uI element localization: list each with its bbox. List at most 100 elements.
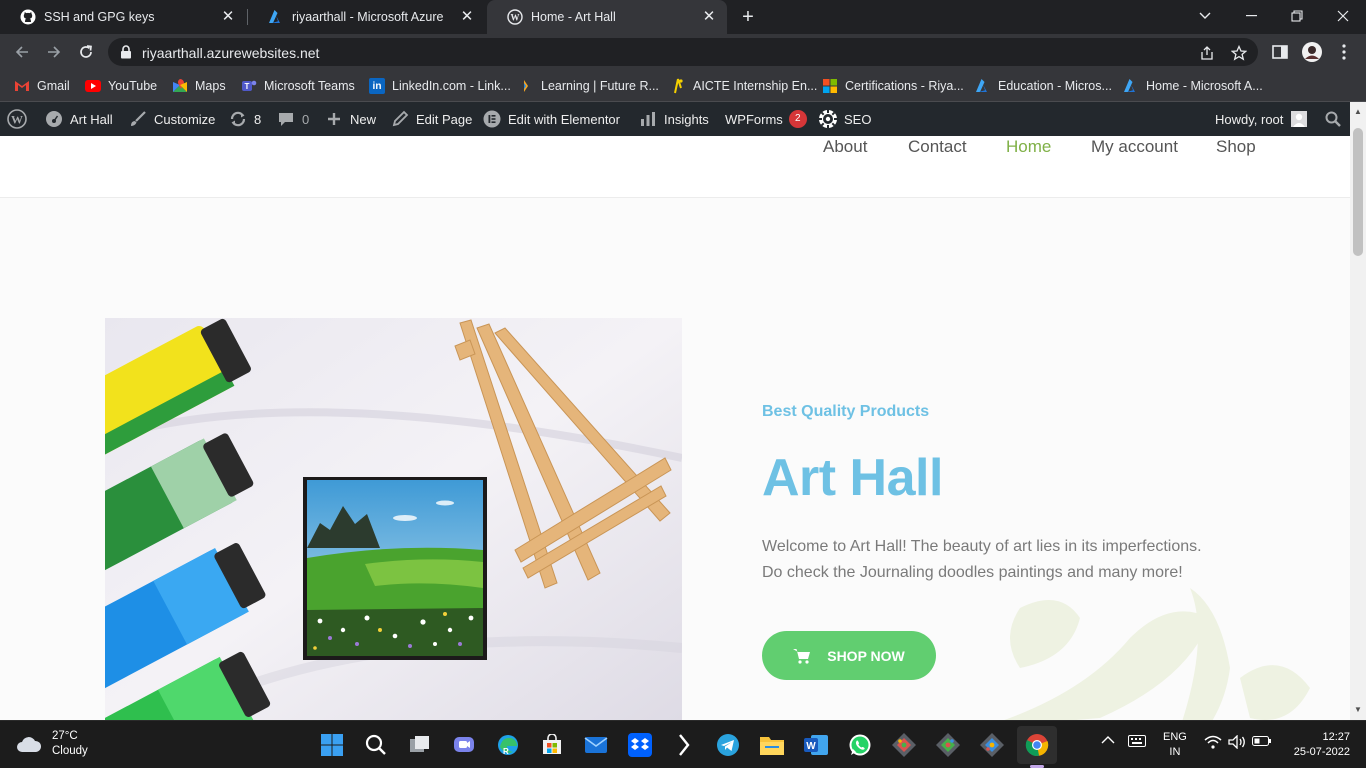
hero-description-line: Do check the Journaling doodles painting… xyxy=(762,564,1183,581)
admin-edit-elementor[interactable]: Edit with Elementor xyxy=(482,102,620,136)
bookmark-home-microsoft[interactable]: Home - Microsoft A... xyxy=(1123,76,1263,96)
bookmark-aicte[interactable]: AICTE Internship En... xyxy=(670,76,817,96)
aicte-icon xyxy=(670,78,686,94)
svg-text:R: R xyxy=(503,747,509,756)
nav-contact[interactable]: Contact xyxy=(908,137,967,157)
share-icon[interactable] xyxy=(1198,44,1216,62)
scrollbar-thumb[interactable] xyxy=(1353,128,1363,256)
nav-home[interactable]: Home xyxy=(1006,137,1051,157)
teams-chat-icon[interactable] xyxy=(451,732,477,758)
profile-avatar[interactable] xyxy=(1300,40,1324,64)
tab-azure[interactable]: riyaarthall - Microsoft Azure ✕ xyxy=(248,0,485,34)
admin-comments[interactable]: 0 xyxy=(276,102,309,136)
elementor-icon xyxy=(482,109,502,129)
restore-icon[interactable] xyxy=(1274,0,1320,32)
nav-about[interactable]: About xyxy=(823,137,867,157)
address-bar[interactable]: riyaarthall.azurewebsites.net xyxy=(108,38,1258,66)
wifi-icon[interactable] xyxy=(1204,735,1222,752)
close-tab-icon[interactable]: ✕ xyxy=(220,9,236,25)
admin-updates[interactable]: 8 xyxy=(228,102,261,136)
bookmark-linkedin[interactable]: in LinkedIn.com - Link... xyxy=(369,76,511,96)
weather-widget[interactable]: 27°C Cloudy xyxy=(16,729,88,759)
task-view-icon[interactable] xyxy=(407,732,433,758)
taskbar-clock[interactable]: 12:27 25-07-2022 xyxy=(1284,730,1350,760)
chrome-icon[interactable] xyxy=(1017,726,1057,764)
forward-icon[interactable] xyxy=(42,40,66,64)
admin-search[interactable] xyxy=(1323,102,1349,136)
close-tab-icon[interactable]: ✕ xyxy=(701,9,717,25)
battery-icon[interactable] xyxy=(1252,735,1272,750)
file-explorer-icon[interactable] xyxy=(759,732,785,758)
new-tab-button[interactable]: + xyxy=(738,7,758,27)
telegram-icon[interactable] xyxy=(715,732,741,758)
browser-tabstrip: SSH and GPG keys ✕ riyaarthall - Microso… xyxy=(0,0,1366,34)
nav-my-account[interactable]: My account xyxy=(1091,137,1178,157)
bookmark-certifications[interactable]: Certifications - Riya... xyxy=(822,76,964,96)
wp-admin-bar: W Art Hall Customize 8 0 New Edit Page E… xyxy=(0,102,1366,136)
admin-account-menu[interactable]: Howdy, root xyxy=(1215,102,1308,136)
shop-now-label: SHOP NOW xyxy=(827,647,905,664)
tab-search-icon[interactable] xyxy=(1182,0,1228,32)
admin-elementor-label: Edit with Elementor xyxy=(508,111,620,127)
wp-logo-menu[interactable]: W xyxy=(7,102,33,136)
cloud-icon xyxy=(17,737,42,752)
input-language-indicator[interactable]: ENG IN xyxy=(1163,730,1187,760)
user-avatar xyxy=(1291,111,1308,127)
tab-ssh-gpg-keys[interactable]: SSH and GPG keys ✕ xyxy=(0,0,246,34)
admin-seo[interactable]: SEO xyxy=(818,102,871,136)
admin-insights[interactable]: Insights xyxy=(638,102,709,136)
bookmark-youtube[interactable]: YouTube xyxy=(85,76,157,96)
tab-home-art-hall[interactable]: W Home - Art Hall ✕ xyxy=(487,0,727,34)
git-client-icon-2[interactable] xyxy=(935,732,961,758)
microsoft-store-icon[interactable] xyxy=(539,732,565,758)
word-icon[interactable]: W xyxy=(803,732,829,758)
search-icon[interactable] xyxy=(363,732,389,758)
edge-icon[interactable]: R xyxy=(495,732,521,758)
nav-shop[interactable]: Shop xyxy=(1216,137,1256,157)
admin-site-name[interactable]: Art Hall xyxy=(44,102,113,136)
git-client-icon-1[interactable] xyxy=(891,732,917,758)
scroll-down-icon[interactable]: ▼ xyxy=(1354,706,1362,714)
dropbox-icon[interactable] xyxy=(627,732,653,758)
hero-section: Best Quality Products Art Hall Welcome t… xyxy=(0,198,1350,720)
comment-icon xyxy=(276,109,296,129)
bookmark-microsoft-teams[interactable]: T Microsoft Teams xyxy=(241,76,355,96)
language-code: ENG xyxy=(1163,731,1187,743)
more-menu-icon[interactable] xyxy=(1332,40,1356,64)
admin-wpforms[interactable]: WPForms 2 xyxy=(725,102,807,136)
admin-customize[interactable]: Customize xyxy=(128,102,215,136)
shop-now-button[interactable]: SHOP NOW xyxy=(762,631,936,680)
keyboard-icon[interactable] xyxy=(1128,735,1146,750)
bookmark-education[interactable]: Education - Micros... xyxy=(975,76,1112,96)
page-scrollbar[interactable]: ▲ ▼ xyxy=(1350,102,1366,720)
hero-image-art-supplies xyxy=(105,318,682,720)
wordpress-icon: W xyxy=(507,9,523,25)
windows-taskbar: 27°C Cloudy R W ENG IN 12:27 25-07-2022 xyxy=(0,720,1366,768)
close-window-icon[interactable] xyxy=(1320,0,1366,32)
git-client-icon-3[interactable] xyxy=(979,732,1005,758)
bookmarks-bar: Gmail YouTube Maps T Microsoft Teams in … xyxy=(0,70,1366,102)
minimize-icon[interactable] xyxy=(1228,0,1274,32)
bookmark-maps[interactable]: Maps xyxy=(172,76,226,96)
mail-icon[interactable] xyxy=(583,732,609,758)
bookmark-gmail[interactable]: Gmail xyxy=(14,76,70,96)
terminal-app-icon[interactable] xyxy=(671,732,697,758)
page-viewport: About Contact Home My account Shop Best … xyxy=(0,136,1350,720)
url-text: riyaarthall.azurewebsites.net xyxy=(142,45,320,61)
bookmark-star-icon[interactable] xyxy=(1230,44,1248,62)
teams-icon: T xyxy=(241,78,257,94)
start-icon[interactable] xyxy=(319,732,345,758)
side-panel-icon[interactable] xyxy=(1268,40,1292,64)
reload-icon[interactable] xyxy=(74,40,98,64)
bookmark-future-skills[interactable]: Learning | Future R... xyxy=(518,76,659,96)
browser-toolbar: riyaarthall.azurewebsites.net xyxy=(0,34,1366,70)
tray-overflow-chevron-icon[interactable] xyxy=(1101,735,1115,748)
admin-new[interactable]: New xyxy=(324,102,376,136)
admin-edit-page[interactable]: Edit Page xyxy=(390,102,472,136)
close-tab-icon[interactable]: ✕ xyxy=(459,9,475,25)
back-icon[interactable] xyxy=(10,40,34,64)
volume-icon[interactable] xyxy=(1228,734,1246,752)
scroll-up-icon[interactable]: ▲ xyxy=(1354,108,1362,116)
lock-icon[interactable] xyxy=(120,45,132,64)
whatsapp-icon[interactable] xyxy=(847,732,873,758)
